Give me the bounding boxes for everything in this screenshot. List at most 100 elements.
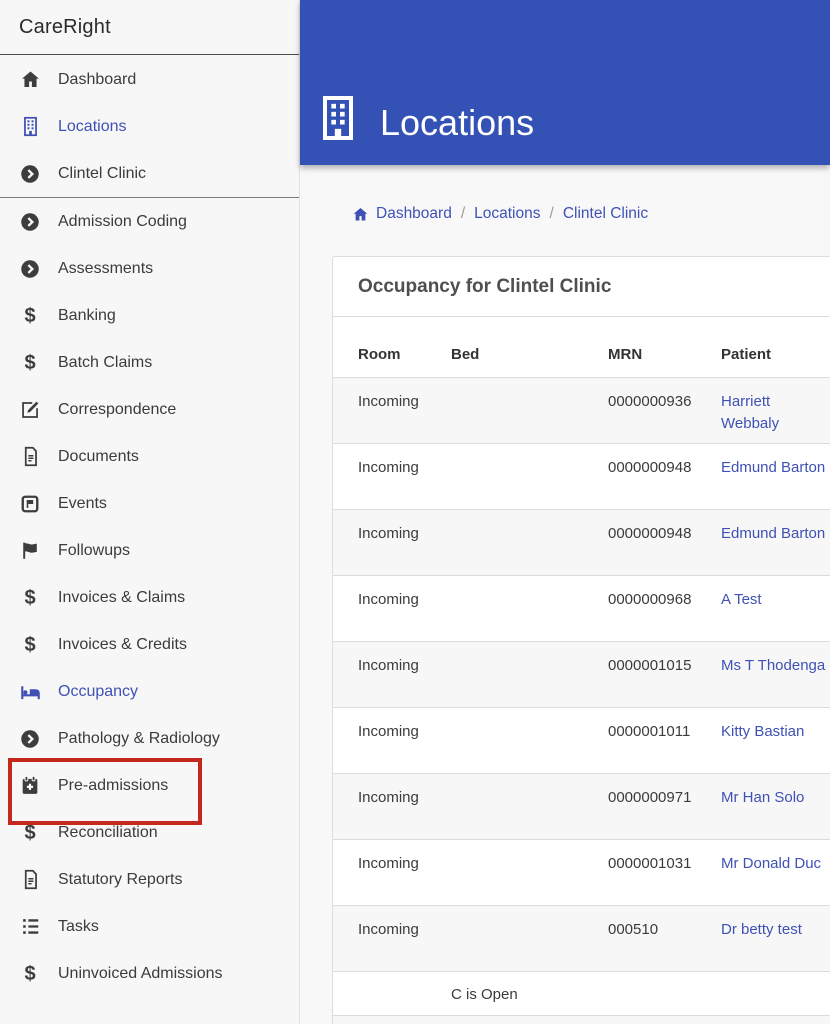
breadcrumb-link-dashboard[interactable]: Dashboard — [376, 205, 452, 223]
patient-cell: Mr Han Solo — [721, 773, 830, 840]
patient-link[interactable]: A Test — [721, 591, 762, 608]
patient-link[interactable]: Edmund Barton — [721, 459, 825, 476]
sidebar-item-occupancy[interactable]: Occupancy — [0, 668, 299, 715]
patient-cell: Edmund Barton — [721, 509, 830, 576]
patient-cell: Ms T Thodenga — [721, 641, 830, 708]
flag-square-icon — [18, 494, 42, 514]
sidebar-item-label: Clintel Clinic — [58, 164, 147, 182]
bed-cell — [451, 443, 608, 510]
breadcrumb-separator: / — [460, 205, 466, 222]
sidebar-item-admission-coding[interactable]: Admission Coding — [0, 198, 299, 245]
main-content: Locations Dashboard / Locations / Clintel Cl… — [300, 0, 830, 1024]
dollar-icon: $ — [24, 351, 36, 374]
sidebar-item-banking[interactable]: $ Banking — [0, 292, 299, 339]
brand-title: CareRight — [0, 0, 299, 55]
table-row: Incoming 0000000948 Edmund Barton — [333, 509, 830, 576]
bed-icon — [18, 682, 42, 702]
sidebar-item-pathology-radiology[interactable]: Pathology & Radiology — [0, 715, 299, 762]
sidebar-item-clintel-clinic[interactable]: Clintel Clinic — [0, 150, 299, 197]
room-cell: Incoming — [333, 575, 451, 642]
breadcrumb-link-clintel-clinic[interactable]: Clintel Clinic — [563, 205, 648, 223]
page-header: Locations — [300, 0, 830, 165]
mrn-cell: 0000001011 — [608, 707, 721, 774]
bed-cell: C is Open — [451, 971, 608, 1016]
bed-cell — [451, 509, 608, 576]
sidebar-item-label: Correspondence — [58, 400, 177, 418]
calendar-plus-icon — [18, 775, 42, 796]
patient-link[interactable]: Mr Donald Duc — [721, 855, 821, 872]
bed-cell — [451, 377, 608, 444]
room-cell: Incoming — [333, 839, 451, 906]
mrn-cell: 0000001015 — [608, 641, 721, 708]
sidebar-item-statutory-reports[interactable]: Statutory Reports — [0, 856, 299, 903]
sidebar-item-documents[interactable]: Documents — [0, 433, 299, 480]
sidebar-item-correspondence[interactable]: Correspondence — [0, 386, 299, 433]
room-cell — [333, 971, 451, 1016]
sidebar-item-reconciliation[interactable]: $ Reconciliation — [0, 809, 299, 856]
patient-cell — [721, 971, 830, 1016]
sidebar-item-label: Tasks — [58, 917, 99, 935]
sidebar-item-label: Reconciliation — [58, 823, 158, 841]
edit-icon — [18, 399, 42, 420]
sidebar-item-followups[interactable]: Followups — [0, 527, 299, 574]
sidebar-item-events[interactable]: Events — [0, 480, 299, 527]
file-icon — [18, 446, 42, 467]
column-header-bed: Bed — [451, 317, 608, 378]
column-header-patient: Patient — [721, 317, 830, 378]
mrn-cell: 0000000968 — [608, 575, 721, 642]
table-header-row: Room Bed MRN Patient — [333, 317, 830, 378]
sidebar-item-batch-claims[interactable]: $ Batch Claims — [0, 339, 299, 386]
bed-cell — [451, 575, 608, 642]
sidebar-item-label: Dashboard — [58, 70, 137, 88]
patient-link[interactable]: Edmund Barton — [721, 525, 825, 542]
bed-cell — [451, 641, 608, 708]
file-icon — [18, 869, 42, 890]
sidebar-item-uninvoiced-admissions[interactable]: $ Uninvoiced Admissions — [0, 950, 299, 997]
sidebar-item-label: Banking — [58, 306, 116, 324]
sidebar-item-label: Statutory Reports — [58, 870, 183, 888]
sidebar-item-invoices-claims[interactable]: $ Invoices & Claims — [0, 574, 299, 621]
chevron-circle-icon — [18, 212, 42, 232]
sidebar-item-label: Pathology & Radiology — [58, 729, 220, 747]
bed-cell — [451, 905, 608, 972]
table-row: Incoming 0000000968 A Test — [333, 575, 830, 642]
sidebar-item-label: Pre-admissions — [58, 776, 169, 794]
dollar-icon: $ — [24, 304, 36, 327]
patient-link[interactable]: Harriett Webbaly — [721, 393, 779, 432]
bed-cell — [451, 773, 608, 840]
chevron-circle-icon — [18, 729, 42, 749]
sidebar-item-label: Occupancy — [58, 682, 139, 700]
table-row: Incoming 000510 Dr betty test — [333, 905, 830, 972]
patient-link[interactable]: Mr Han Solo — [721, 789, 804, 806]
bed-cell — [451, 839, 608, 906]
breadcrumb-link-locations[interactable]: Locations — [474, 205, 540, 223]
patient-cell: Harriett Webbaly — [721, 377, 830, 444]
patient-link[interactable]: Ms T Thodenga — [721, 657, 825, 674]
mrn-cell: 0000000948 — [608, 443, 721, 510]
patient-cell: Mr Donald Duc — [721, 839, 830, 906]
patient-cell: A Test — [721, 575, 830, 642]
room-cell: Incoming — [333, 905, 451, 972]
chevron-circle-icon — [18, 164, 42, 184]
sidebar-item-assessments[interactable]: Assessments — [0, 245, 299, 292]
breadcrumb-separator: / — [549, 205, 554, 222]
sidebar-item-label: Locations — [58, 117, 127, 135]
flag-icon — [18, 540, 42, 561]
patient-cell: Edmund Barton — [721, 443, 830, 510]
patient-link[interactable]: Dr betty test — [721, 921, 802, 938]
table-row: Incoming 0000001011 Kitty Bastian — [333, 707, 830, 774]
occupancy-card: Occupancy for Clintel Clinic Room Bed MRN P… — [332, 256, 830, 1024]
sidebar-item-dashboard[interactable]: Dashboard — [0, 56, 299, 103]
chevron-circle-icon — [18, 259, 42, 279]
room-cell: Incoming — [333, 773, 451, 840]
sidebar-item-label: Batch Claims — [58, 353, 153, 371]
sidebar-item-tasks[interactable]: Tasks — [0, 903, 299, 950]
table-row: Incoming 0000000971 Mr Han Solo — [333, 773, 830, 840]
patient-cell: Kitty Bastian — [721, 707, 830, 774]
patient-link[interactable]: Kitty Bastian — [721, 723, 804, 740]
card-title: Occupancy for Clintel Clinic — [333, 257, 830, 317]
table-row — [333, 1015, 830, 1024]
sidebar-item-pre-admissions[interactable]: Pre-admissions — [0, 762, 299, 809]
sidebar-item-locations[interactable]: Locations — [0, 103, 299, 150]
sidebar-item-invoices-credits[interactable]: $ Invoices & Credits — [0, 621, 299, 668]
